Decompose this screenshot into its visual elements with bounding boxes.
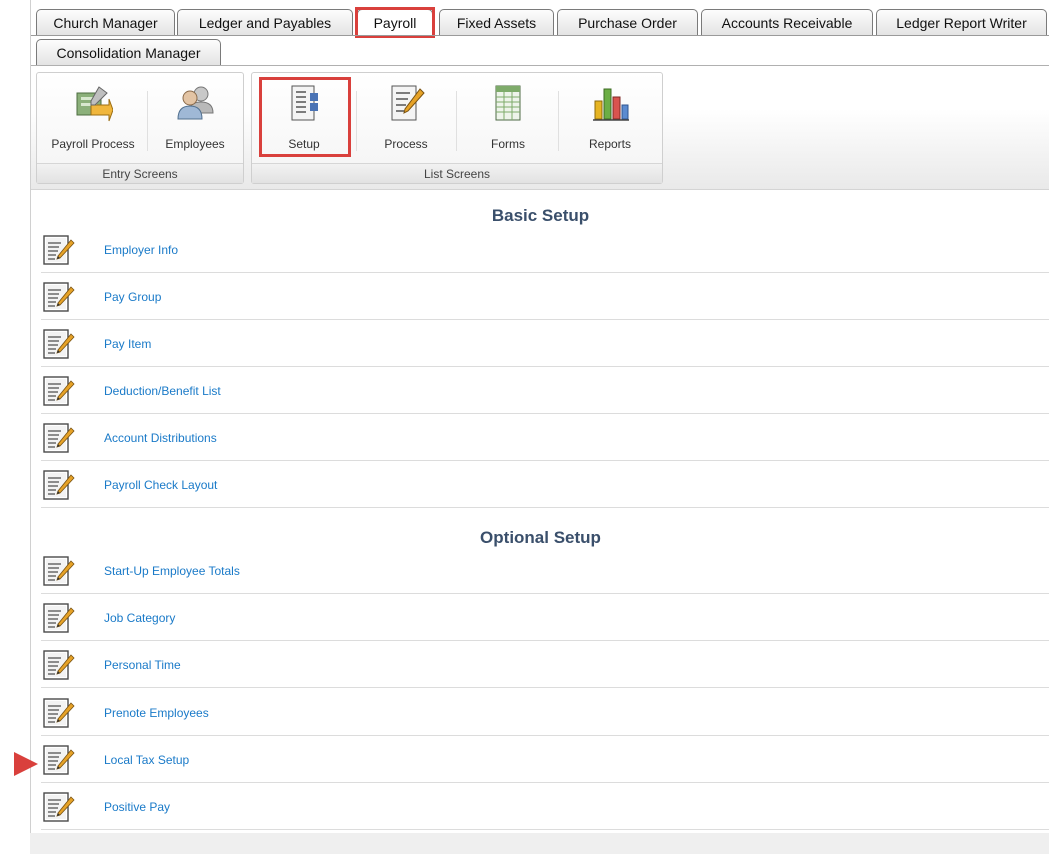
ribbon-separator [558,91,559,151]
list-item-employer-info[interactable]: Employer Info [41,226,1049,273]
list-item-label[interactable]: Account Distributions [104,414,217,461]
tab-purchase-order[interactable]: Purchase Order [557,9,698,35]
list-item-label[interactable]: Payroll Check Layout [104,461,217,508]
tab-accounts-receivable[interactable]: Accounts Receivable [701,9,873,35]
forms-button[interactable]: Forms [462,81,554,161]
edit-note-icon [41,328,75,360]
setup-icon [291,85,318,121]
list-item-label[interactable]: Local Tax Setup [104,736,189,783]
process-icon [391,85,425,121]
tab-consolidation-manager[interactable]: Consolidation Manager [36,39,221,65]
tab-ledger-and-payables[interactable]: Ledger and Payables [177,9,353,35]
list-item-local-tax-setup[interactable]: Local Tax Setup [41,736,1049,783]
reports-label: Reports [588,137,632,151]
payroll-process-button[interactable]: Payroll Process [41,81,145,161]
payroll-process-icon [76,86,113,122]
app-window: Church Manager Ledger and Payables Payro… [0,0,1049,854]
payroll-process-label: Payroll Process [51,137,135,151]
tab-church-manager[interactable]: Church Manager [36,9,175,35]
reports-icon [593,88,629,121]
ribbon-group-label-entry: Entry Screens [37,163,243,183]
list-item-label[interactable]: Start-Up Employee Totals [104,547,240,594]
edit-note-icon [41,555,75,587]
tab-payroll[interactable]: Payroll [357,9,433,35]
edit-note-icon [41,697,75,729]
setup-button[interactable]: Setup [262,81,346,161]
list-item-deduction-benefit-list[interactable]: Deduction/Benefit List [41,367,1049,414]
forms-label: Forms [491,137,525,151]
edit-note-icon [41,422,75,454]
edit-note-icon [41,602,75,634]
edit-note-icon [41,469,75,501]
employees-icon [177,86,214,120]
ribbon-toolbar: Payroll Process Employees Entry Screens [31,66,1049,190]
list-item-label[interactable]: Prenote Employees [104,689,209,736]
ribbon-separator [147,91,148,151]
list-item-start-up-employee-totals[interactable]: Start-Up Employee Totals [41,547,1049,594]
employees-label: Employees [165,137,225,151]
list-item-payroll-check-layout[interactable]: Payroll Check Layout [41,461,1049,508]
list-item-label[interactable]: Pay Group [104,273,161,320]
list-item-personal-time[interactable]: Personal Time [41,641,1049,688]
list-item-account-distributions[interactable]: Account Distributions [41,414,1049,461]
process-label: Process [384,137,428,151]
footer-bar [30,833,1049,854]
list-item-prenote-employees[interactable]: Prenote Employees [41,689,1049,736]
ribbon-group-label-list: List Screens [252,163,662,183]
pointer-arrow-icon [14,752,38,776]
process-button[interactable]: Process [362,81,450,161]
edit-note-icon [41,375,75,407]
edit-note-icon [41,791,75,823]
edit-note-icon [41,649,75,681]
edit-note-icon [41,281,75,313]
content-area: Church Manager Ledger and Payables Payro… [30,0,1049,854]
setup-label: Setup [288,137,320,151]
tab-fixed-assets[interactable]: Fixed Assets [439,9,554,35]
list-item-label[interactable]: Employer Info [104,226,178,273]
ribbon-separator [356,91,357,151]
optional-setup-heading: Optional Setup [480,528,601,547]
edit-note-icon [41,744,75,776]
ribbon-group-entry-screens: Payroll Process Employees Entry Screens [36,72,244,184]
list-item-pay-group[interactable]: Pay Group [41,273,1049,320]
ribbon-separator [456,91,457,151]
tab-divider [31,35,1049,36]
tab-ledger-report-writer[interactable]: Ledger Report Writer [876,9,1047,35]
list-item-label[interactable]: Deduction/Benefit List [104,367,221,414]
left-margin [0,0,30,854]
list-item-label[interactable]: Personal Time [104,641,181,688]
list-item-label[interactable]: Job Category [104,594,175,641]
list-item-label[interactable]: Positive Pay [104,783,170,830]
list-item-pay-item[interactable]: Pay Item [41,320,1049,367]
list-item-job-category[interactable]: Job Category [41,594,1049,641]
ribbon-group-list-screens: Setup Process Forms Reports List Screens [251,72,663,184]
list-item-label[interactable]: Pay Item [104,320,151,367]
reports-button[interactable]: Reports [562,81,658,161]
forms-icon [495,85,521,121]
list-item-positive-pay[interactable]: Positive Pay [41,783,1049,830]
edit-note-icon [41,234,75,266]
basic-setup-heading: Basic Setup [491,206,590,225]
employees-button[interactable]: Employees [149,81,241,161]
